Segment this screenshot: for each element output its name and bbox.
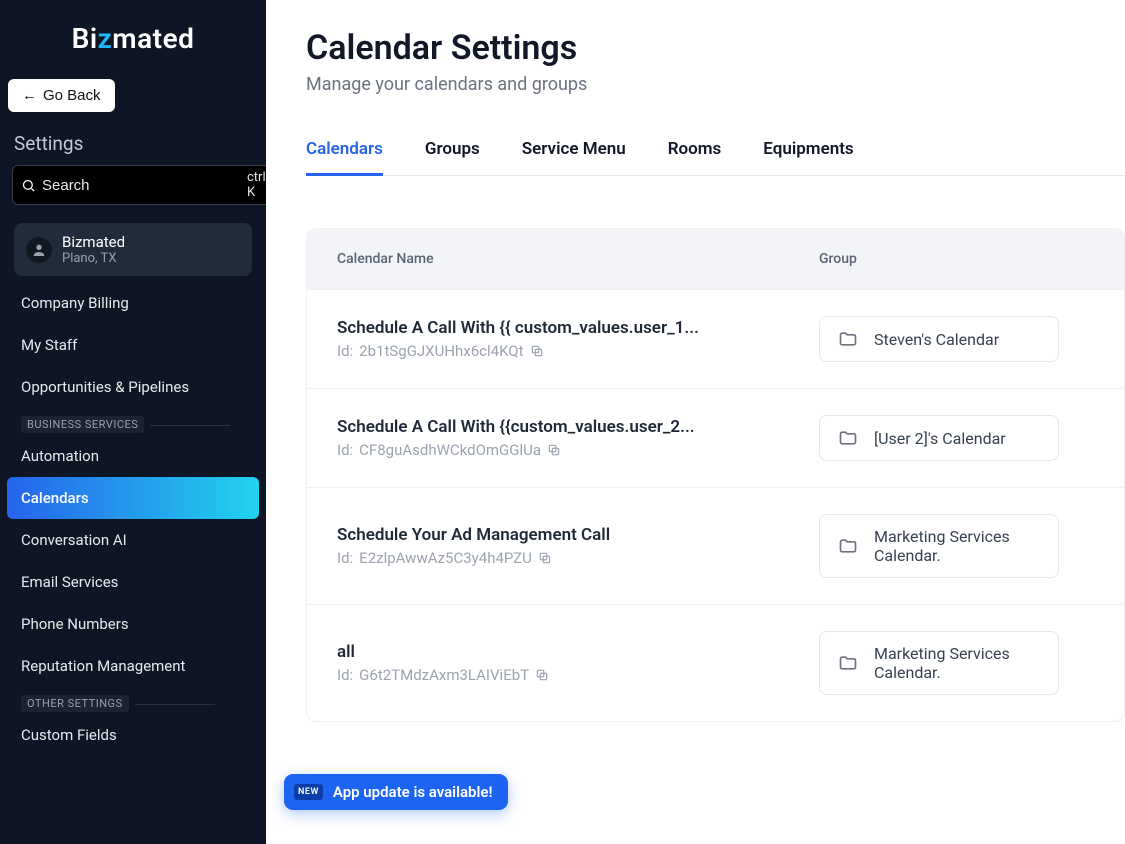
- nav-section-other: OTHER SETTINGS: [21, 695, 129, 712]
- th-group: Group: [819, 251, 1094, 267]
- cell-name: Schedule Your Ad Management Call Id: E2z…: [337, 525, 819, 567]
- org-avatar: [26, 237, 52, 263]
- person-icon: [31, 242, 47, 258]
- group-chip[interactable]: [User 2]'s Calendar: [819, 415, 1059, 461]
- group-label: [User 2]'s Calendar: [874, 429, 1006, 448]
- cell-group: [User 2]'s Calendar: [819, 415, 1094, 461]
- tab-groups[interactable]: Groups: [425, 139, 480, 176]
- tab-service-menu[interactable]: Service Menu: [522, 139, 626, 176]
- go-back-label: Go Back: [43, 87, 101, 104]
- toast-text: App update is available!: [333, 783, 493, 801]
- folder-icon: [838, 428, 858, 448]
- nav-conversation-ai[interactable]: Conversation AI: [7, 519, 259, 561]
- sidebar: Bizmated ← Go Back Settings ctrl K Bizma…: [0, 0, 266, 844]
- main: Calendar Settings Manage your calendars …: [266, 0, 1125, 844]
- calendar-name: Schedule Your Ad Management Call: [337, 525, 767, 545]
- tab-calendars[interactable]: Calendars: [306, 139, 383, 176]
- calendar-name: all: [337, 642, 767, 662]
- folder-icon: [838, 329, 858, 349]
- arrow-left-icon: ←: [22, 87, 37, 104]
- nav-phone-numbers[interactable]: Phone Numbers: [7, 603, 259, 645]
- calendars-table: Calendar Name Group Schedule A Call With…: [306, 228, 1125, 722]
- calendar-name: Schedule A Call With {{ custom_values.us…: [337, 318, 767, 338]
- th-calendar-name: Calendar Name: [337, 251, 819, 267]
- update-toast[interactable]: NEW App update is available!: [284, 774, 508, 810]
- id-prefix: Id:: [337, 441, 353, 459]
- tab-equipments[interactable]: Equipments: [763, 139, 853, 176]
- brand-post: mated: [112, 22, 194, 55]
- calendar-name: Schedule A Call With {{custom_values.use…: [337, 417, 767, 437]
- search-shortcut: ctrl K: [247, 170, 266, 200]
- group-chip[interactable]: Steven's Calendar: [819, 316, 1059, 362]
- page-subtitle: Manage your calendars and groups: [306, 74, 1125, 95]
- calendar-id: Id: CF8guAsdhWCkdOmGGlUa: [337, 441, 819, 459]
- org-card[interactable]: Bizmated Plano, TX: [14, 223, 252, 276]
- copy-icon[interactable]: [538, 551, 552, 565]
- brand-accent: z: [98, 22, 113, 55]
- calendar-id: Id: 2b1tSgGJXUHhx6cl4KQt: [337, 342, 819, 360]
- search-row: ctrl K: [0, 165, 266, 217]
- search-box[interactable]: ctrl K: [12, 165, 275, 205]
- search-input[interactable]: [42, 177, 241, 194]
- new-badge: NEW: [294, 784, 323, 800]
- id-prefix: Id:: [337, 666, 353, 684]
- folder-icon: [838, 653, 858, 673]
- id-value: G6t2TMdzAxm3LAIViEbT: [359, 666, 529, 684]
- id-value: 2b1tSgGJXUHhx6cl4KQt: [359, 342, 523, 360]
- group-label: Steven's Calendar: [874, 330, 999, 349]
- group-label: Marketing Services Calendar.: [874, 527, 1040, 565]
- nav: Company Billing My Staff Opportunities &…: [0, 286, 266, 844]
- cell-group: Marketing Services Calendar.: [819, 631, 1094, 695]
- cell-group: Marketing Services Calendar.: [819, 514, 1094, 578]
- cell-group: Steven's Calendar: [819, 316, 1094, 362]
- brand-pre: Bi: [72, 22, 98, 55]
- copy-icon[interactable]: [535, 668, 549, 682]
- id-value: CF8guAsdhWCkdOmGGlUa: [359, 441, 541, 459]
- table-row: Schedule A Call With {{custom_values.use…: [307, 388, 1124, 487]
- go-back-button[interactable]: ← Go Back: [8, 79, 115, 112]
- nav-calendars[interactable]: Calendars: [7, 477, 259, 519]
- table-row: Schedule A Call With {{ custom_values.us…: [307, 289, 1124, 388]
- cell-name: Schedule A Call With {{custom_values.use…: [337, 417, 819, 459]
- tabs: Calendars Groups Service Menu Rooms Equi…: [306, 139, 1125, 176]
- nav-automation[interactable]: Automation: [7, 435, 259, 477]
- copy-icon[interactable]: [547, 443, 561, 457]
- calendar-id: Id: E2zlpAwwAz5C3y4h4PZU: [337, 549, 819, 567]
- nav-email-services[interactable]: Email Services: [7, 561, 259, 603]
- id-prefix: Id:: [337, 342, 353, 360]
- group-chip[interactable]: Marketing Services Calendar.: [819, 514, 1059, 578]
- nav-reputation[interactable]: Reputation Management: [7, 645, 259, 687]
- group-chip[interactable]: Marketing Services Calendar.: [819, 631, 1059, 695]
- calendar-id: Id: G6t2TMdzAxm3LAIViEbT: [337, 666, 819, 684]
- brand-logo: Bizmated: [0, 0, 266, 61]
- org-location: Plano, TX: [62, 251, 125, 266]
- copy-icon[interactable]: [530, 344, 544, 358]
- cell-name: all Id: G6t2TMdzAxm3LAIViEbT: [337, 642, 819, 684]
- table-header: Calendar Name Group: [307, 229, 1124, 289]
- org-name: Bizmated: [62, 233, 125, 251]
- nav-custom-fields[interactable]: Custom Fields: [7, 714, 259, 756]
- settings-heading: Settings: [0, 126, 266, 165]
- nav-opportunities[interactable]: Opportunities & Pipelines: [7, 366, 259, 408]
- nav-my-staff[interactable]: My Staff: [7, 324, 259, 366]
- org-text: Bizmated Plano, TX: [62, 233, 125, 266]
- nav-section-business: BUSINESS SERVICES: [21, 416, 144, 433]
- id-prefix: Id:: [337, 549, 353, 567]
- search-icon: [21, 178, 36, 193]
- cell-name: Schedule A Call With {{ custom_values.us…: [337, 318, 819, 360]
- id-value: E2zlpAwwAz5C3y4h4PZU: [359, 549, 532, 567]
- table-row: all Id: G6t2TMdzAxm3LAIViEbT Marketing S…: [307, 604, 1124, 721]
- folder-icon: [838, 536, 858, 556]
- table-row: Schedule Your Ad Management Call Id: E2z…: [307, 487, 1124, 604]
- page-title: Calendar Settings: [306, 28, 1125, 68]
- tab-rooms[interactable]: Rooms: [668, 139, 722, 176]
- group-label: Marketing Services Calendar.: [874, 644, 1040, 682]
- nav-company-billing[interactable]: Company Billing: [7, 286, 259, 324]
